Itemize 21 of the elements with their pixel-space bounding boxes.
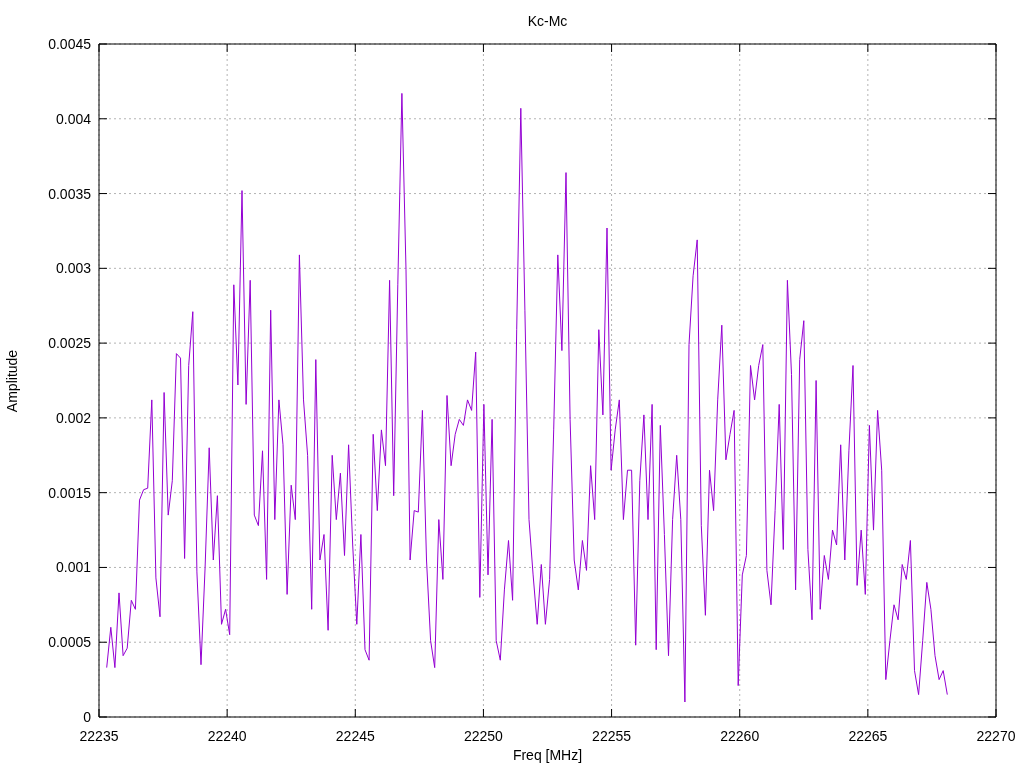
axis-tick-label: 0.003 [55, 260, 91, 277]
axis-tick-label: 0.0025 [48, 335, 91, 352]
axis-tick-label: 22260 [720, 728, 760, 744]
axis-tick-label: 22265 [848, 728, 888, 744]
axis-tick-label: 0.001 [55, 559, 91, 576]
axis-tick-label: 0 [83, 709, 91, 725]
axis-tick-label: 22245 [335, 728, 375, 744]
axis-tick-label: 0.002 [55, 409, 91, 426]
axis-tick-label: 22240 [207, 728, 247, 744]
axis-tick-label: 0.0015 [48, 484, 91, 501]
axis-tick-label: 0.004 [55, 110, 91, 127]
y-axis-label: Amplitude [4, 349, 20, 413]
x-axis-label: Freq [MHz] [512, 747, 583, 763]
axis-tick-label: 0.0045 [48, 36, 91, 52]
axis-tick-label: 22235 [79, 728, 119, 744]
axis-tick-label: 0.0005 [48, 634, 91, 651]
axis-tick-label: 22255 [592, 728, 632, 744]
axis-tick-label: 0.0035 [48, 185, 91, 202]
axis-tick-label: 22270 [976, 728, 1016, 744]
chart-title: Kc-Mc [527, 13, 568, 29]
axis-tick-label: 22250 [463, 728, 503, 744]
